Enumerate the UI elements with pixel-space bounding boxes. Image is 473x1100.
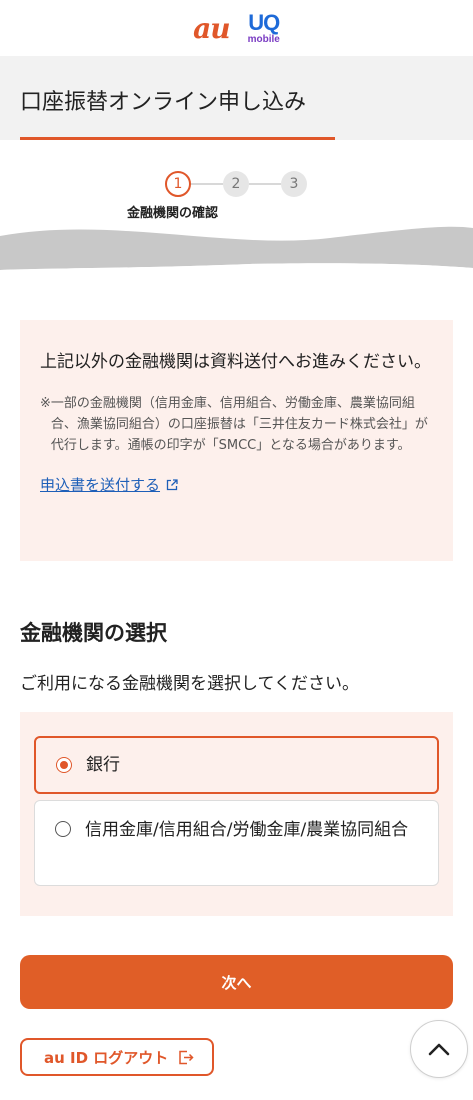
logout-icon [179, 1050, 194, 1064]
radio-unselected-icon[interactable] [55, 821, 71, 837]
chevron-up-icon [428, 1043, 450, 1056]
step-connector [191, 183, 223, 185]
notice-main-text: 上記以外の金融機関は資料送付へお進みください。 [40, 352, 431, 372]
step-3: 3 [281, 171, 307, 197]
send-application-link-label: 申込書を送付する [40, 476, 161, 494]
option-bank[interactable]: 銀行 [34, 736, 439, 794]
step-indicator: 1 2 3 [165, 171, 307, 197]
title-band: 口座振替オンライン申し込み [0, 56, 473, 140]
next-button[interactable]: 次へ [20, 955, 453, 1009]
notice-box: 上記以外の金融機関は資料送付へお進みください。 ※ 一部の金融機関（信用金庫、信… [20, 320, 453, 561]
uq-logo-text: UQ [248, 9, 280, 35]
radio-selected-icon[interactable] [56, 757, 72, 773]
scroll-to-top-button[interactable] [410, 1020, 468, 1078]
stepper: 1 2 3 金融機関の確認 [0, 140, 473, 288]
page-title: 口座振替オンライン申し込み [20, 90, 307, 115]
option-label: 銀行 [86, 755, 120, 775]
institution-options: 銀行 信用金庫/信用組合/労働金庫/農業協同組合 [20, 712, 453, 916]
step-1: 1 [165, 171, 191, 197]
selection-title: 金融機関の選択 [20, 621, 167, 645]
au-logo[interactable]: au [193, 12, 230, 45]
uq-mobile-logo[interactable]: UQ mobile [247, 9, 281, 45]
wave-divider [0, 226, 473, 288]
note-text: 一部の金融機関（信用金庫、信用組合、労働金庫、農業協同組合、漁業協同組合）の口座… [50, 396, 428, 453]
logout-button[interactable]: au ID ログアウト [20, 1038, 215, 1076]
note-mark: ※ [40, 396, 51, 411]
logout-label: au ID ログアウト [44, 1048, 169, 1067]
send-application-link[interactable]: 申込書を送付する [40, 474, 178, 495]
site-header: au UQ mobile [0, 0, 473, 56]
step-connector [249, 183, 281, 185]
option-credit-union[interactable]: 信用金庫/信用組合/労働金庫/農業協同組合 [34, 800, 439, 886]
external-link-icon [166, 478, 178, 490]
step-2: 2 [223, 171, 249, 197]
notice-note: ※ 一部の金融機関（信用金庫、信用組合、労働金庫、農業協同組合、漁業協同組合）の… [40, 393, 433, 456]
mobile-logo-text: mobile [247, 33, 280, 45]
selection-description: ご利用になる金融機関を選択してください。 [20, 674, 359, 694]
option-label: 信用金庫/信用組合/労働金庫/農業協同組合 [85, 820, 409, 840]
